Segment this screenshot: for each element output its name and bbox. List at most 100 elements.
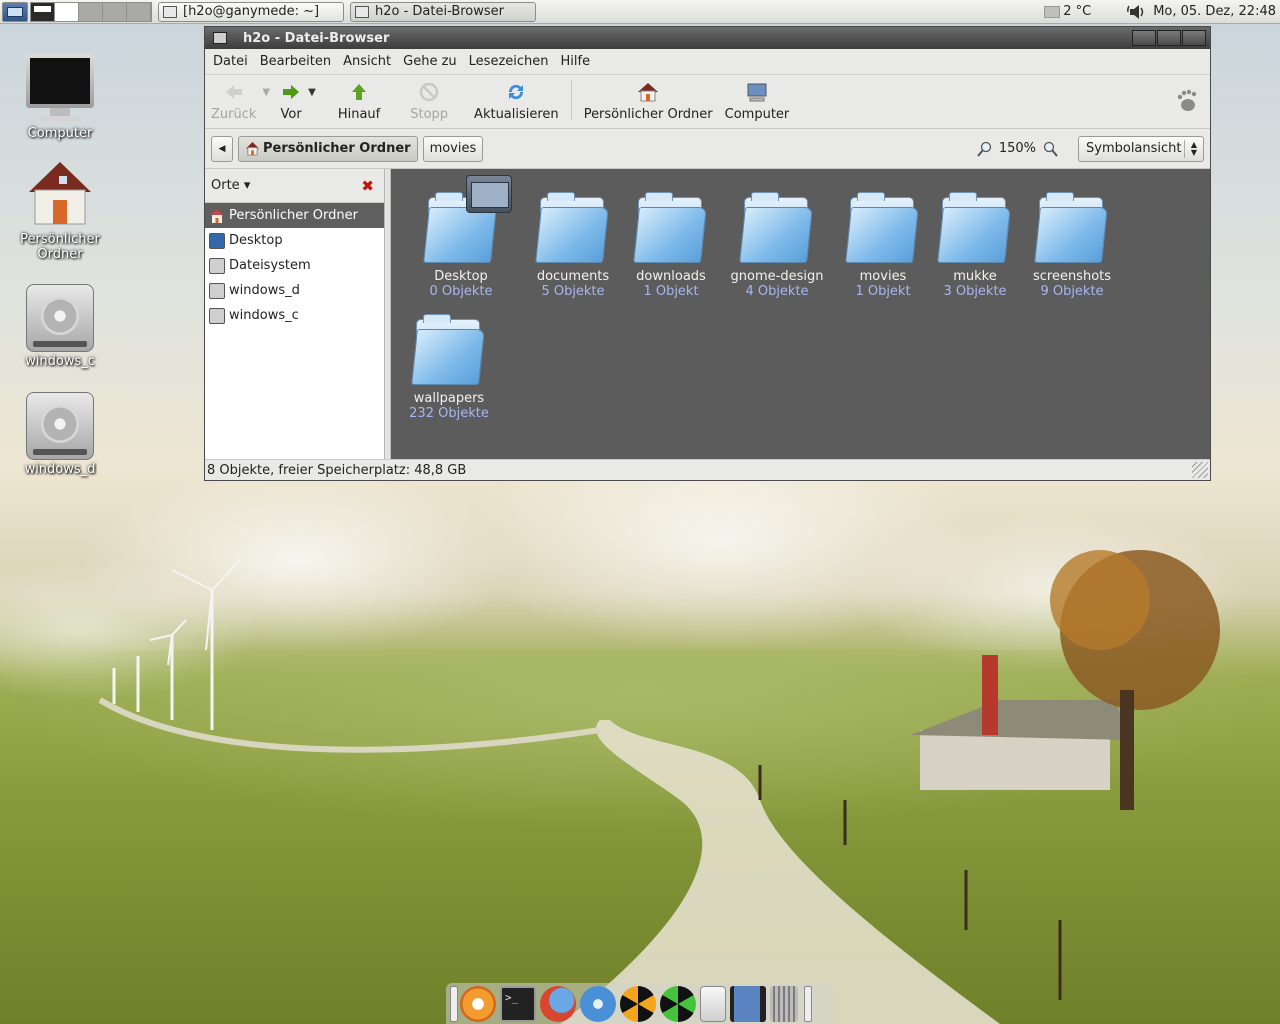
dock-handle-left[interactable] [450, 985, 458, 1022]
top-panel: [h2o@ganymede: ~] h2o - Datei-Browser 2 … [0, 0, 1280, 24]
resize-grip-icon[interactable] [1192, 462, 1208, 478]
workspace-switcher[interactable] [30, 1, 152, 22]
taskbar-file-browser-label: h2o - Datei-Browser [375, 4, 505, 19]
sidebar-item-home[interactable]: Persönlicher Ordner [205, 203, 384, 228]
trash-launcher-icon[interactable] [770, 985, 798, 1022]
weather-applet[interactable]: 2 °C [1044, 4, 1091, 19]
computer-label: Computer [724, 107, 790, 122]
folder-name: downloads [636, 269, 706, 284]
taskbar-file-browser[interactable]: h2o - Datei-Browser [350, 1, 536, 22]
workspace-1[interactable] [31, 2, 55, 21]
breadcrumb-home[interactable]: Persönlicher Ordner [238, 135, 418, 162]
workspace-4[interactable] [103, 2, 127, 21]
zoom-in-icon[interactable] [1042, 141, 1058, 157]
menu-ansicht[interactable]: Ansicht [337, 54, 397, 69]
folder-count: 0 Objekte [429, 284, 493, 299]
taskbar-terminal[interactable]: [h2o@ganymede: ~] [158, 1, 344, 22]
applications-menu-button[interactable] [2, 1, 28, 22]
workspace-3[interactable] [79, 2, 103, 21]
menu-hilfe[interactable]: Hilfe [555, 54, 597, 69]
minimize-button[interactable] [1132, 30, 1156, 46]
computer-button[interactable]: Computer [719, 81, 796, 122]
menu-lesezeichen[interactable]: Lesezeichen [463, 54, 555, 69]
back-button[interactable]: Zurück [205, 81, 262, 122]
drive-icon [209, 282, 225, 299]
terminal-launcher-icon[interactable] [500, 985, 536, 1022]
sidebar-type-select[interactable]: Orte ▾ [211, 178, 250, 193]
stop-label: Stopp [410, 107, 449, 122]
folder-item[interactable]: Desktop 0 Objekte [411, 175, 512, 299]
radioactive-orange-launcher-icon[interactable] [620, 985, 656, 1022]
sidebar-item-label: windows_c [229, 308, 299, 323]
zoom-control: 150% [971, 141, 1064, 157]
desktop-badge-icon [466, 175, 512, 213]
menu-datei[interactable]: Datei [207, 54, 254, 69]
video-launcher-icon[interactable] [730, 985, 766, 1022]
sidebar-item-windows-c[interactable]: windows_c [205, 303, 384, 328]
window-titlebar[interactable]: h2o - Datei-Browser [205, 27, 1210, 49]
sidebar-item-label: Dateisystem [229, 258, 311, 273]
folder-item[interactable]: gnome-design 4 Objekte [727, 192, 827, 299]
sidebar-close-icon[interactable]: ✖ [361, 177, 374, 195]
clock-text: Mo, 05. Dez, 22:48 [1153, 4, 1276, 19]
sidebar-item-desktop[interactable]: Desktop [205, 228, 384, 253]
workspace-2[interactable] [55, 2, 79, 21]
folder-item[interactable]: movies 1 Objekt [833, 192, 933, 299]
web-browser-launcher-icon[interactable] [580, 985, 616, 1022]
path-scroll-left-button[interactable]: ◀ [211, 135, 233, 162]
sidebar-item-label: windows_d [229, 283, 300, 298]
sidebar-item-windows-d[interactable]: windows_d [205, 278, 384, 303]
sidebar-header: Orte ▾ ✖ [205, 169, 384, 203]
close-button[interactable] [1182, 30, 1206, 46]
back-history-chevron-icon[interactable]: ▼ [262, 87, 270, 98]
window-menu-icon[interactable] [213, 32, 227, 44]
up-label: Hinauf [337, 107, 381, 122]
sidebar-item-filesystem[interactable]: Dateisystem [205, 253, 384, 278]
sidebar-item-label: Persönlicher Ordner [229, 208, 358, 223]
stop-button[interactable]: Stopp [404, 81, 454, 122]
home-label: Persönlicher Ordner [583, 107, 713, 122]
menu-bearbeiten[interactable]: Bearbeiten [254, 54, 337, 69]
firefox-launcher-icon[interactable] [540, 985, 576, 1022]
desktop-icon-windows-d[interactable]: windows_d [5, 392, 115, 477]
desktop-icon-computer[interactable]: Computer [5, 54, 115, 141]
reload-button[interactable]: Aktualisieren [468, 81, 565, 122]
help-launcher-icon[interactable] [700, 985, 726, 1022]
desktop-icon-home[interactable]: Persönlicher Ordner [5, 158, 115, 262]
folder-item[interactable]: mukke 3 Objekte [925, 192, 1025, 299]
clock-applet[interactable]: Mo, 05. Dez, 22:48 [1127, 3, 1276, 21]
updown-chevron-icon: ▲ ▼ [1190, 139, 1197, 157]
ubuntu-launcher-icon[interactable] [460, 985, 496, 1022]
back-arrow-icon [225, 85, 242, 99]
maximize-button[interactable] [1157, 30, 1181, 46]
view-mode-select[interactable]: Symbolansicht ▲ ▼ [1078, 135, 1204, 162]
home-button[interactable]: Persönlicher Ordner [578, 81, 719, 122]
folder-item[interactable]: downloads 1 Objekt [621, 192, 721, 299]
folder-count: 232 Objekte [409, 406, 489, 421]
breadcrumb-home-label: Persönlicher Ordner [263, 141, 411, 156]
forward-history-chevron-icon[interactable]: ▼ [308, 87, 316, 98]
breadcrumb-movies[interactable]: movies [422, 135, 484, 162]
zoom-level[interactable]: 150% [999, 141, 1036, 156]
dock-handle-right[interactable] [804, 985, 812, 1022]
toolbar: Zurück ▼ Vor ▼ Hinauf Stopp Aktualisiere… [205, 75, 1210, 129]
up-button[interactable]: Hinauf [332, 81, 386, 122]
desktop-icon-label: windows_c [25, 354, 95, 369]
select-divider [1184, 139, 1185, 158]
menu-gehe-zu[interactable]: Gehe zu [397, 54, 463, 69]
forward-button[interactable]: Vor [274, 81, 308, 122]
desktop-icon-windows-c[interactable]: windows_c [5, 284, 115, 369]
folder-item[interactable]: wallpapers 232 Objekte [399, 314, 499, 421]
zoom-out-icon[interactable] [977, 141, 993, 157]
folder-item[interactable]: screenshots 9 Objekte [1022, 192, 1122, 299]
radioactive-green-launcher-icon[interactable] [660, 985, 696, 1022]
folder-item[interactable]: documents 5 Objekte [523, 192, 623, 299]
statusbar: 8 Objekte, freier Speicherplatz: 48,8 GB [205, 459, 1210, 480]
volume-icon[interactable] [1127, 3, 1147, 21]
computer-icon [26, 54, 94, 124]
icon-view: Desktop 0 Objekte documents 5 Objekte do… [391, 169, 1210, 459]
workspace-5[interactable] [127, 2, 151, 21]
drive-icon [209, 307, 225, 324]
folder-name: movies [859, 269, 907, 284]
content-area: Orte ▾ ✖ Persönlicher Ordner Desktop Dat… [205, 169, 1210, 459]
